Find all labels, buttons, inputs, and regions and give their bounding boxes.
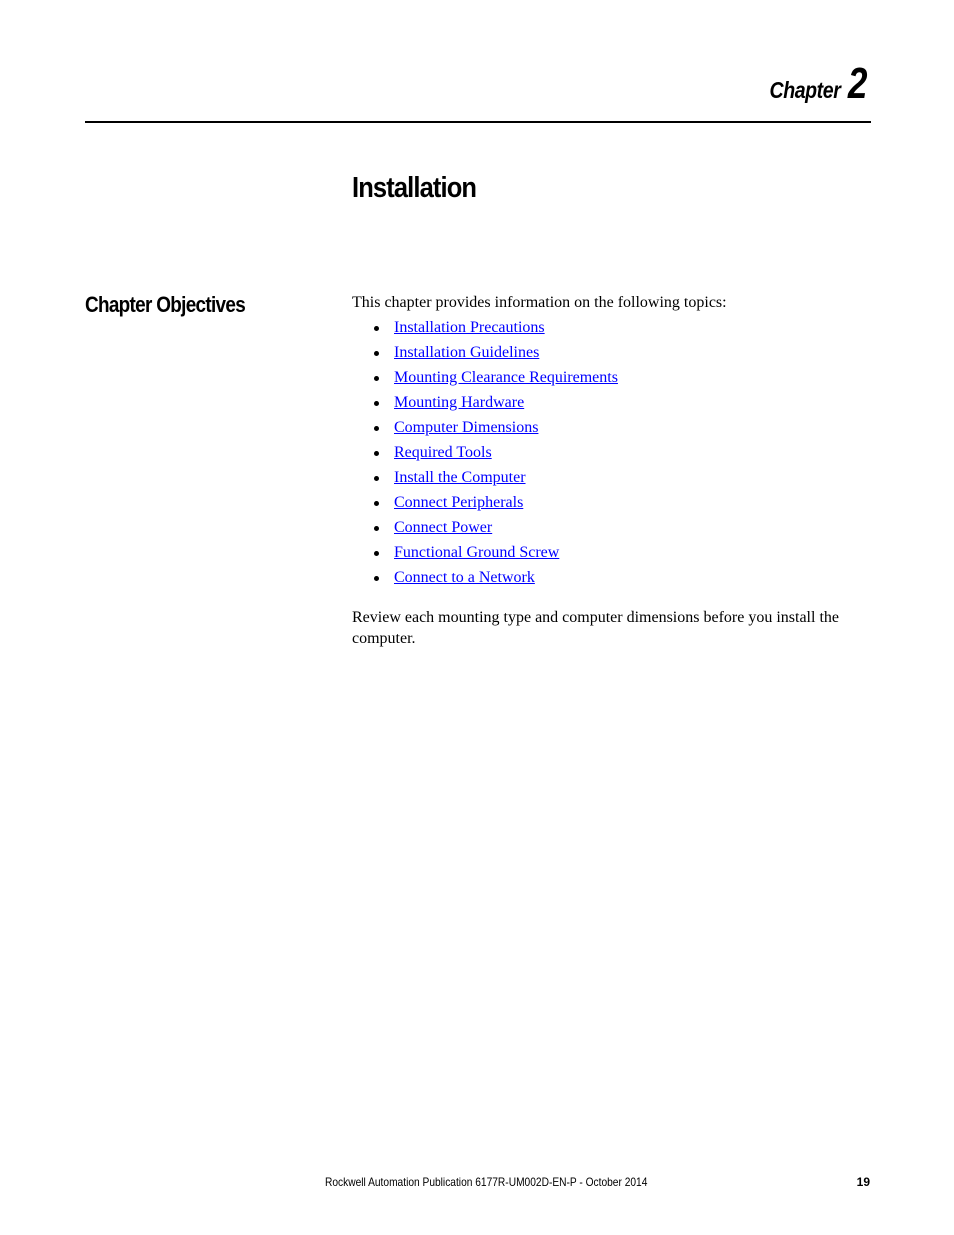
topic-link-install-computer[interactable]: Install the Computer (394, 469, 526, 486)
bullet-icon (374, 426, 379, 431)
topic-link-installation-precautions[interactable]: Installation Precautions (394, 319, 545, 336)
bullet-icon (374, 376, 379, 381)
bullet-icon (374, 351, 379, 356)
section-heading: Chapter Objectives (85, 292, 246, 317)
chapter-label: Chapter (769, 77, 841, 103)
bullet-icon (374, 551, 379, 556)
chapter-header: Chapter 2 (757, 62, 867, 106)
publication-info: Rockwell Automation Publication 6177R-UM… (325, 1175, 648, 1189)
intro-text: This chapter provides information on the… (352, 294, 727, 311)
topic-link-connect-peripherals[interactable]: Connect Peripherals (394, 494, 523, 511)
topic-link-functional-ground-screw[interactable]: Functional Ground Screw (394, 544, 559, 561)
closing-text: Review each mounting type and computer d… (352, 609, 839, 647)
header-rule (85, 121, 871, 123)
bullet-icon (374, 526, 379, 531)
bullet-icon (374, 401, 379, 406)
list-item: Connect Power (352, 517, 852, 542)
list-item: Required Tools (352, 442, 852, 467)
topic-link-installation-guidelines[interactable]: Installation Guidelines (394, 344, 539, 361)
bullet-icon (374, 326, 379, 331)
section-body: This chapter provides information on the… (352, 292, 852, 649)
topic-link-mounting-hardware[interactable]: Mounting Hardware (394, 394, 524, 411)
bullet-icon (374, 576, 379, 581)
list-item: Installation Guidelines (352, 342, 852, 367)
list-item: Mounting Hardware (352, 392, 852, 417)
chapter-number: 2 (847, 59, 867, 108)
page-number: 19 (856, 1175, 870, 1189)
topic-link-connect-power[interactable]: Connect Power (394, 519, 492, 536)
topic-link-computer-dimensions[interactable]: Computer Dimensions (394, 419, 538, 436)
list-item: Mounting Clearance Requirements (352, 367, 852, 392)
list-item: Functional Ground Screw (352, 542, 852, 567)
topic-link-mounting-clearance[interactable]: Mounting Clearance Requirements (394, 369, 618, 386)
page-title: Installation (352, 172, 477, 204)
list-item: Install the Computer (352, 467, 852, 492)
bullet-icon (374, 451, 379, 456)
list-item: Connect Peripherals (352, 492, 852, 517)
list-item: Computer Dimensions (352, 417, 852, 442)
topic-link-required-tools[interactable]: Required Tools (394, 444, 492, 461)
bullet-icon (374, 501, 379, 506)
topic-list: Installation Precautions Installation Gu… (352, 317, 852, 592)
list-item: Connect to a Network (352, 567, 852, 592)
list-item: Installation Precautions (352, 317, 852, 342)
bullet-icon (374, 476, 379, 481)
topic-link-connect-network[interactable]: Connect to a Network (394, 569, 535, 586)
